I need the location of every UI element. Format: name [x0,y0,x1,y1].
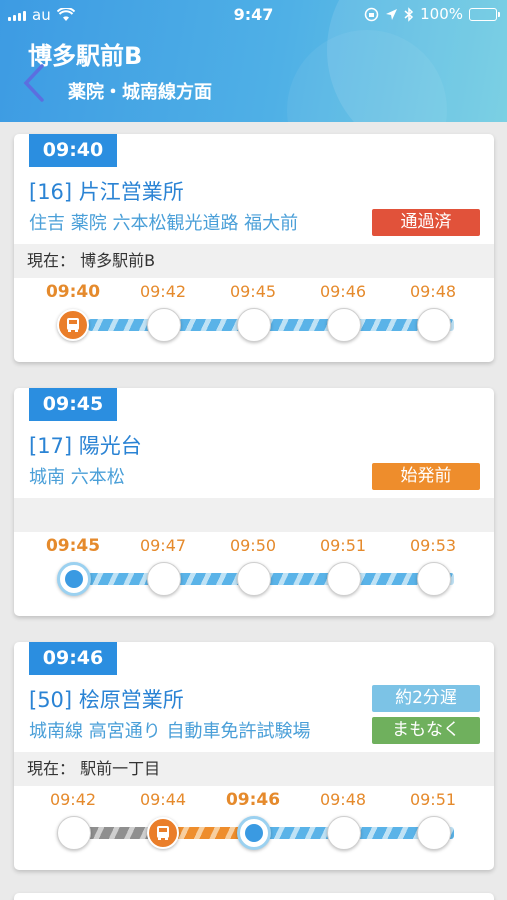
header: au 9:47 100% 博多駅前B 薬院・城南線方面 [0,0,507,122]
chevron-left-icon [23,64,44,102]
bluetooth-icon [404,6,414,22]
bus-icon [147,817,179,849]
timeline-time: 09:48 [319,790,367,809]
location-icon [386,8,398,20]
route-name: [50] 桧原営業所 [29,688,184,712]
departure-time-badge: 09:46 [29,642,117,675]
current-location: 現在： 博多駅前B [14,244,494,278]
via-stops: 住吉 薬院 六本松観光道路 福大前 [29,213,299,234]
stop-node [57,816,91,850]
status-badge: 始発前 [372,463,480,490]
current-location: 現在： 駅前一丁目 [14,752,494,786]
bus-card[interactable]: 09:46 [50] 桧原営業所 城南線 高宮通り 自動車免許試験場 約2分遅 … [14,642,494,870]
timeline-time: 09:46 [225,790,281,810]
status-bar: au 9:47 100% [0,0,507,30]
via-stops: 城南 六本松 [29,467,125,488]
timeline-time: 09:47 [139,536,187,555]
departure-time-badge: 09:45 [29,388,117,421]
departure-time-badge: 09:40 [29,134,117,167]
timeline-time: 09:51 [319,536,367,555]
stop-node [327,816,361,850]
battery-icon [469,7,500,21]
via-stops: 城南線 高宮通り 自動車免許試験場 [29,721,311,742]
stop-node [237,562,271,596]
stop-node [147,562,181,596]
route-name: [17] 陽光台 [29,434,142,458]
bus-icon [57,309,89,341]
stop-node [417,562,451,596]
current-stop-node [57,562,91,596]
back-button[interactable] [16,62,50,104]
timeline-time: 09:42 [139,282,187,301]
status-badge: 通過済 [372,209,480,236]
stop-node [327,308,361,342]
timeline-time: 09:40 [45,282,101,302]
route-segment [88,319,454,331]
delay-badge: 約2分遅 [372,685,480,712]
route-timeline: 09:45 09:47 09:50 09:51 09:53 [14,532,494,610]
stop-node [327,562,361,596]
timeline-time: 09:53 [409,536,457,555]
timeline-time: 09:50 [229,536,277,555]
route-name: [16] 片江営業所 [29,180,184,204]
timeline-time: 09:42 [49,790,97,809]
route-timeline: 09:42 09:44 09:46 09:48 09:51 [14,786,494,864]
timeline-time: 09:45 [45,536,101,556]
bus-card[interactable]: 09:45 [17] 陽光台 城南 六本松 始発前 09:45 09:47 09… [14,388,494,616]
stop-node [147,308,181,342]
direction-subtitle: 薬院・城南線方面 [68,82,212,103]
bus-card[interactable] [14,893,494,900]
timeline-time: 09:45 [229,282,277,301]
timeline-time: 09:48 [409,282,457,301]
timeline-time: 09:46 [319,282,367,301]
status-badge: まもなく [372,717,480,744]
bus-card[interactable]: 09:40 [16] 片江営業所 住吉 薬院 六本松観光道路 福大前 通過済 現… [14,134,494,362]
route-timeline: 09:40 09:42 09:45 09:46 09:48 [14,278,494,356]
stop-node [237,308,271,342]
timeline-time: 09:51 [409,790,457,809]
stop-node [417,308,451,342]
battery-percent: 100% [420,5,463,23]
stop-node [417,816,451,850]
status-right: 100% [364,5,500,23]
orientation-lock-icon [364,7,379,21]
current-stop-node [237,816,271,850]
route-segment [88,573,454,585]
timeline-time: 09:44 [139,790,187,809]
current-location [14,498,494,532]
